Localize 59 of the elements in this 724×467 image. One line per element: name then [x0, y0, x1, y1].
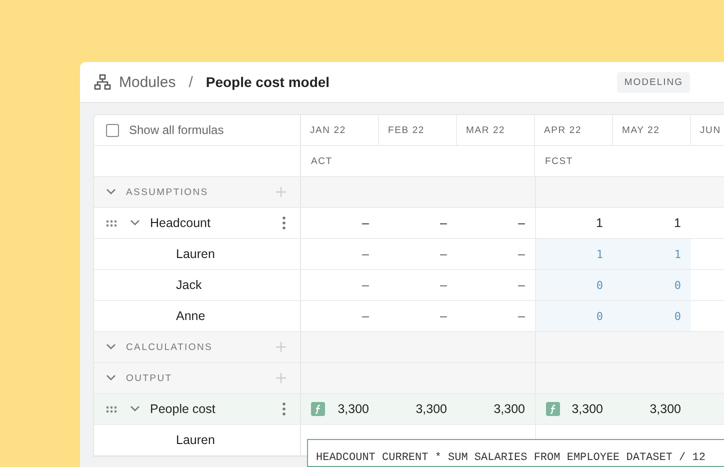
breadcrumb-item: People cost model: [206, 74, 330, 90]
input-value[interactable]: 1: [674, 248, 681, 260]
cell-value: –: [518, 247, 525, 261]
cell-value: –: [440, 278, 447, 292]
cell-value: –: [440, 216, 447, 230]
formula-text: HEADCOUNT CURRENT * SUM SALARIES FROM EMPLOYEE DATASET / 12: [316, 452, 706, 464]
cell-value: –: [362, 247, 369, 261]
row-label[interactable]: Lauren: [176, 247, 215, 261]
row-label[interactable]: Jack: [176, 278, 202, 292]
cell-value: 1: [674, 216, 681, 230]
row-label[interactable]: Anne: [176, 309, 206, 323]
plus-icon: [276, 187, 286, 197]
cell-value: –: [440, 247, 447, 261]
breadcrumb-item[interactable]: Modules: [119, 74, 176, 90]
column-header: APR 22: [544, 124, 582, 136]
section-label: CALCULATIONS: [126, 342, 213, 352]
column-header: FEB 22: [388, 124, 424, 136]
row-label[interactable]: People cost: [150, 402, 216, 416]
section-label: ASSUMPTIONS: [126, 186, 208, 198]
input-value[interactable]: 0: [596, 310, 603, 322]
column-header: JAN 22: [310, 124, 346, 136]
cell-value: –: [518, 309, 525, 323]
column-header: MAY 22: [622, 124, 660, 136]
column-header: JUN: [700, 124, 721, 136]
input-value[interactable]: 0: [674, 310, 681, 322]
hierarchy-icon: [94, 74, 111, 90]
cell-value: 3,300: [572, 402, 603, 416]
cell-value: –: [440, 309, 447, 323]
row-label[interactable]: Lauren: [176, 433, 215, 447]
cell-value: –: [362, 216, 369, 230]
cell-value: 1: [596, 216, 603, 230]
cell-value: –: [362, 278, 369, 292]
period-label: ACT: [311, 156, 332, 166]
input-value[interactable]: 1: [596, 248, 603, 260]
period-label: FCST: [545, 156, 574, 166]
mode-badge: MODELING: [617, 72, 690, 92]
formula-icon: [311, 402, 325, 416]
input-value[interactable]: 0: [674, 278, 681, 292]
plus-icon: [276, 342, 286, 352]
cell-value: –: [362, 309, 369, 323]
cell-value: 3,300: [650, 402, 681, 416]
plus-icon: [276, 373, 286, 383]
breadcrumb-separator: /: [188, 74, 193, 90]
cell-value: 3,300: [494, 402, 525, 416]
input-value[interactable]: 0: [596, 278, 603, 292]
more-icon: [282, 402, 286, 416]
more-icon: [282, 216, 286, 230]
row-label[interactable]: Headcount: [150, 216, 210, 230]
show-formulas-checkbox[interactable]: Show all formulas: [106, 123, 224, 137]
drag-handle-icon: [106, 220, 117, 226]
cell-value: –: [518, 216, 525, 230]
cell-value: –: [518, 278, 525, 292]
section-label: OUTPUT: [126, 372, 172, 384]
cell-value: 3,300: [338, 402, 369, 416]
cell-value: 3,300: [416, 402, 447, 416]
formula-icon: [546, 402, 560, 416]
column-header: MAR 22: [466, 124, 506, 136]
drag-handle-icon: [106, 406, 117, 412]
formula-popup[interactable]: HEADCOUNT CURRENT * SUM SALARIES FROM EMPLOYEE DATASET / 12: [307, 439, 724, 467]
